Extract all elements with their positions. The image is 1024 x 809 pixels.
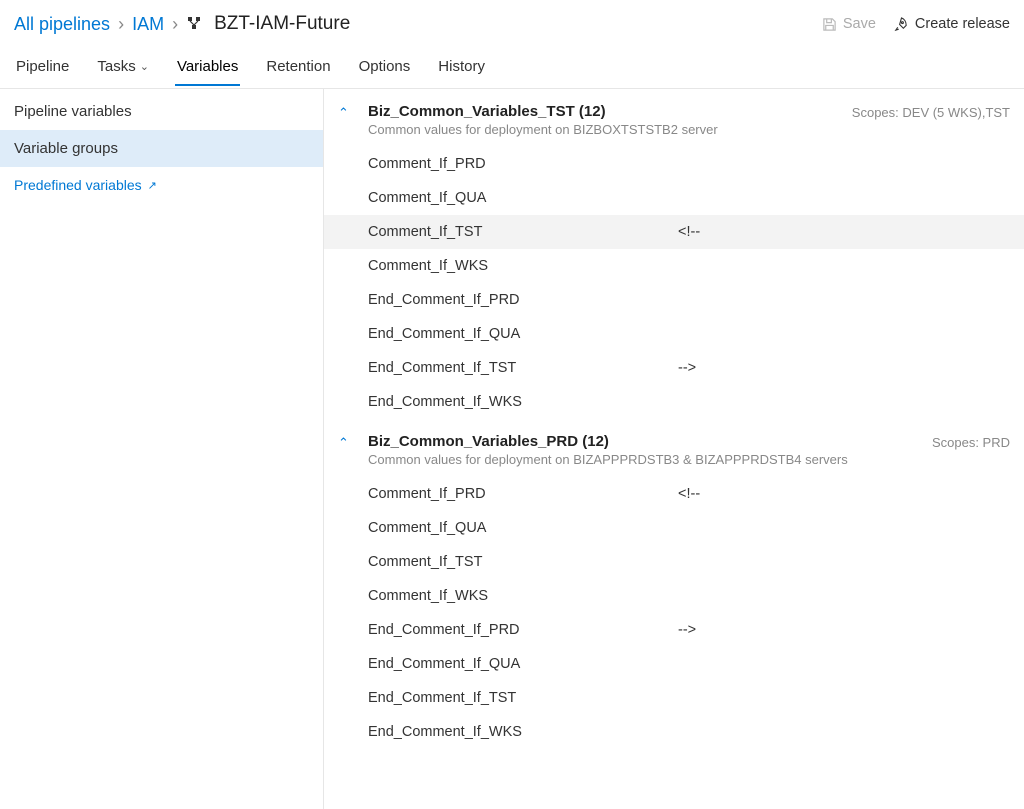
variable-group: ⌃ Biz_Common_Variables_TST (12) Common val… <box>324 95 1024 419</box>
rocket-icon <box>894 17 909 32</box>
variable-value <box>678 554 1010 570</box>
variable-group-header: ⌃ Biz_Common_Variables_PRD (12) Common val… <box>324 425 1024 469</box>
variable-row[interactable]: End_Comment_If_TST <box>324 681 1024 715</box>
variable-name: End_Comment_If_TST <box>368 360 678 376</box>
variable-name: Comment_If_TST <box>368 224 678 240</box>
left-panel: Pipeline variables Variable groups Prede… <box>0 89 324 809</box>
group-scope: Scopes: DEV (5 WKS),TST <box>852 103 1010 120</box>
variable-value: --> <box>678 622 1010 638</box>
group-description: Common values for deployment on BIZAPPPR… <box>368 452 920 467</box>
breadcrumb-sep: › <box>172 14 178 35</box>
variable-name: End_Comment_If_WKS <box>368 724 678 740</box>
right-panel: ⌃ Biz_Common_Variables_TST (12) Common val… <box>324 89 1024 809</box>
group-titles: Biz_Common_Variables_TST (12) Common valu… <box>368 103 840 137</box>
save-icon <box>822 17 837 32</box>
tab-history[interactable]: History <box>436 48 487 85</box>
variable-row[interactable]: End_Comment_If_PRD--> <box>324 613 1024 647</box>
header-actions: Save Create release <box>822 16 1010 32</box>
variable-row[interactable]: End_Comment_If_WKS <box>324 715 1024 749</box>
variable-name: End_Comment_If_TST <box>368 690 678 706</box>
variable-name: Comment_If_QUA <box>368 190 678 206</box>
group-scope: Scopes: PRD <box>932 433 1010 450</box>
tab-variables[interactable]: Variables <box>175 48 240 85</box>
variable-name: Comment_If_PRD <box>368 486 678 502</box>
tab-pipeline[interactable]: Pipeline <box>14 48 71 85</box>
variable-row[interactable]: Comment_If_PRD <box>324 147 1024 181</box>
variable-value <box>678 588 1010 604</box>
group-titles: Biz_Common_Variables_PRD (12) Common valu… <box>368 433 920 467</box>
variable-name: Comment_If_WKS <box>368 258 678 274</box>
variable-name: End_Comment_If_WKS <box>368 394 678 410</box>
variable-group-header: ⌃ Biz_Common_Variables_TST (12) Common val… <box>324 95 1024 139</box>
variable-value <box>678 724 1010 740</box>
variable-value: <!-- <box>678 486 1010 502</box>
pipeline-icon <box>186 15 204 33</box>
variable-value <box>678 394 1010 410</box>
variable-name: Comment_If_WKS <box>368 588 678 604</box>
tab-tasks-label: Tasks <box>97 58 135 75</box>
save-label: Save <box>843 16 876 32</box>
main-area: Pipeline variables Variable groups Prede… <box>0 89 1024 809</box>
variable-row[interactable]: Comment_If_PRD<!-- <box>324 477 1024 511</box>
variable-row[interactable]: Comment_If_WKS <box>324 579 1024 613</box>
variable-group: ⌃ Biz_Common_Variables_PRD (12) Common val… <box>324 425 1024 749</box>
variable-name: End_Comment_If_QUA <box>368 656 678 672</box>
variable-value <box>678 156 1010 172</box>
header-bar: All pipelines › IAM › BZT-IAM-Future Sav… <box>0 0 1024 44</box>
variable-row[interactable]: Comment_If_QUA <box>324 511 1024 545</box>
tab-tasks[interactable]: Tasks ⌄ <box>95 48 151 85</box>
create-release-label: Create release <box>915 16 1010 32</box>
variable-list: Comment_If_PRD Comment_If_QUA Comment_If_T… <box>324 139 1024 419</box>
variable-value <box>678 292 1010 308</box>
variable-list: Comment_If_PRD<!-- Comment_If_QUA Comment_… <box>324 469 1024 749</box>
variable-row[interactable]: End_Comment_If_WKS <box>324 385 1024 419</box>
collapse-toggle[interactable]: ⌃ <box>338 103 356 121</box>
variable-row[interactable]: Comment_If_TST <box>324 545 1024 579</box>
variable-value <box>678 656 1010 672</box>
variable-name: End_Comment_If_PRD <box>368 292 678 308</box>
variable-value <box>678 190 1010 206</box>
breadcrumb-sep: › <box>118 14 124 35</box>
tab-retention[interactable]: Retention <box>264 48 332 85</box>
variable-name: End_Comment_If_PRD <box>368 622 678 638</box>
variable-row[interactable]: Comment_If_TST<!-- <box>324 215 1024 249</box>
group-title: Biz_Common_Variables_PRD (12) <box>368 433 920 450</box>
variable-row[interactable]: Comment_If_QUA <box>324 181 1024 215</box>
variable-row[interactable]: End_Comment_If_QUA <box>324 317 1024 351</box>
tab-options[interactable]: Options <box>357 48 413 85</box>
sidebar-link-predefined-variables[interactable]: Predefined variables ↗ <box>0 167 323 203</box>
sidebar-item-variable-groups[interactable]: Variable groups <box>0 130 323 167</box>
group-description: Common values for deployment on BIZBOXTS… <box>368 122 840 137</box>
variable-row[interactable]: End_Comment_If_TST--> <box>324 351 1024 385</box>
variable-value: <!-- <box>678 224 1010 240</box>
save-button[interactable]: Save <box>822 16 876 32</box>
variable-value <box>678 690 1010 706</box>
breadcrumb: All pipelines › IAM › BZT-IAM-Future <box>14 13 350 35</box>
variable-value <box>678 258 1010 274</box>
variable-value <box>678 520 1010 536</box>
variable-name: Comment_If_PRD <box>368 156 678 172</box>
create-release-button[interactable]: Create release <box>894 16 1010 32</box>
breadcrumb-current: BZT-IAM-Future <box>214 13 350 35</box>
tab-bar: Pipeline Tasks ⌄ Variables Retention Opt… <box>0 44 1024 88</box>
variable-row[interactable]: Comment_If_WKS <box>324 249 1024 283</box>
sidebar-item-pipeline-variables[interactable]: Pipeline variables <box>0 93 323 130</box>
variable-name: Comment_If_QUA <box>368 520 678 536</box>
breadcrumb-root[interactable]: All pipelines <box>14 14 110 35</box>
breadcrumb-folder[interactable]: IAM <box>132 14 164 35</box>
variable-row[interactable]: End_Comment_If_QUA <box>324 647 1024 681</box>
variable-name: Comment_If_TST <box>368 554 678 570</box>
variable-row[interactable]: End_Comment_If_PRD <box>324 283 1024 317</box>
variable-value: --> <box>678 360 1010 376</box>
group-title: Biz_Common_Variables_TST (12) <box>368 103 840 120</box>
variable-value <box>678 326 1010 342</box>
predefined-variables-label: Predefined variables <box>14 177 142 193</box>
collapse-toggle[interactable]: ⌃ <box>338 433 356 451</box>
external-link-icon: ↗ <box>148 179 157 192</box>
chevron-down-icon: ⌄ <box>140 60 149 73</box>
variable-name: End_Comment_If_QUA <box>368 326 678 342</box>
